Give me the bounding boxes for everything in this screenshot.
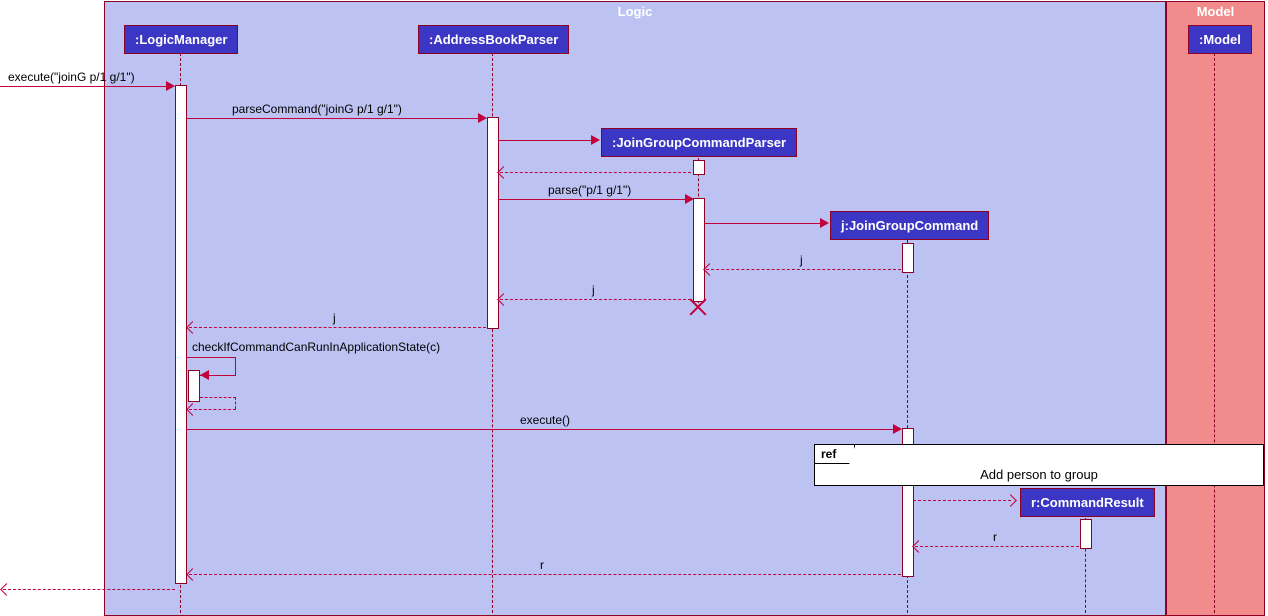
arrow-self-out [186, 357, 236, 358]
participant-addressbookparser: :AddressBookParser [418, 25, 569, 54]
arrow-execute2 [186, 429, 894, 430]
arrow-j1 [706, 269, 901, 270]
ref-tab: ref [815, 445, 855, 464]
participant-joingroupcommandparser: :JoinGroupCommandParser [601, 128, 797, 157]
arrow-r1 [915, 546, 1079, 547]
arrowhead-parse [685, 194, 694, 204]
arrowhead-execute2 [893, 424, 902, 434]
msg-parsecommand: parseCommand("joinG p/1 g/1") [232, 102, 402, 116]
msg-j1: j [800, 253, 803, 267]
msg-execute2: execute() [520, 413, 570, 427]
msg-checkif: checkIfCommandCanRunInApplicationState(c… [192, 340, 440, 354]
msg-execute1: execute("joinG p/1 g/1") [8, 70, 135, 84]
activation-self [188, 370, 200, 402]
msg-j2: j [592, 283, 595, 297]
participant-joingroupcommand: j:JoinGroupCommand [830, 211, 989, 240]
activation-jgcp [693, 160, 705, 175]
arrowhead-create-jgcp [591, 135, 600, 145]
arrow-parsecommand [186, 118, 479, 119]
participant-logicmanager: :LogicManager [124, 25, 238, 54]
arrow-j2 [500, 299, 691, 300]
ref-text: Add person to group [815, 467, 1263, 482]
destroy-jgcp [689, 298, 707, 316]
lifeline-model [1214, 53, 1215, 613]
arrowhead-return-out [0, 583, 13, 596]
arrow-ret-jgcp [500, 172, 691, 173]
arrow-j3 [189, 327, 486, 328]
msg-parse: parse("p/1 g/1") [548, 183, 631, 197]
arrowhead-execute1 [166, 81, 175, 91]
activation-logicmanager [175, 85, 187, 584]
arrow-create-jgcp [498, 140, 592, 141]
arrowhead-self-in [200, 370, 209, 380]
arrow-self-ret1 [200, 397, 236, 398]
participant-commandresult: r:CommandResult [1020, 488, 1155, 517]
msg-r2: r [540, 558, 544, 572]
activation-jgc [902, 243, 914, 273]
logic-frame-label: Logic [105, 2, 1165, 21]
arrow-create-jgc [704, 223, 821, 224]
arrow-create-cr [913, 500, 1011, 501]
arrow-execute1 [0, 86, 167, 87]
activation-addressbookparser [487, 117, 499, 329]
participant-model: :Model [1188, 25, 1252, 54]
arrowhead-parsecommand [478, 113, 487, 123]
model-frame: Model [1166, 1, 1265, 616]
ref-box: ref Add person to group [814, 444, 1264, 486]
arrow-return-out [3, 589, 175, 590]
msg-j3: j [333, 311, 336, 325]
arrow-parse [498, 199, 686, 200]
arrow-self-ret-down [235, 397, 236, 409]
activation-jgcp2 [693, 198, 705, 302]
arrow-self-down [235, 357, 236, 375]
arrowhead-create-jgc [820, 218, 829, 228]
msg-r1: r [993, 530, 997, 544]
arrow-r2 [189, 574, 901, 575]
model-frame-label: Model [1167, 2, 1264, 21]
activation-cr [1080, 519, 1092, 549]
logic-frame: Logic [104, 1, 1166, 616]
